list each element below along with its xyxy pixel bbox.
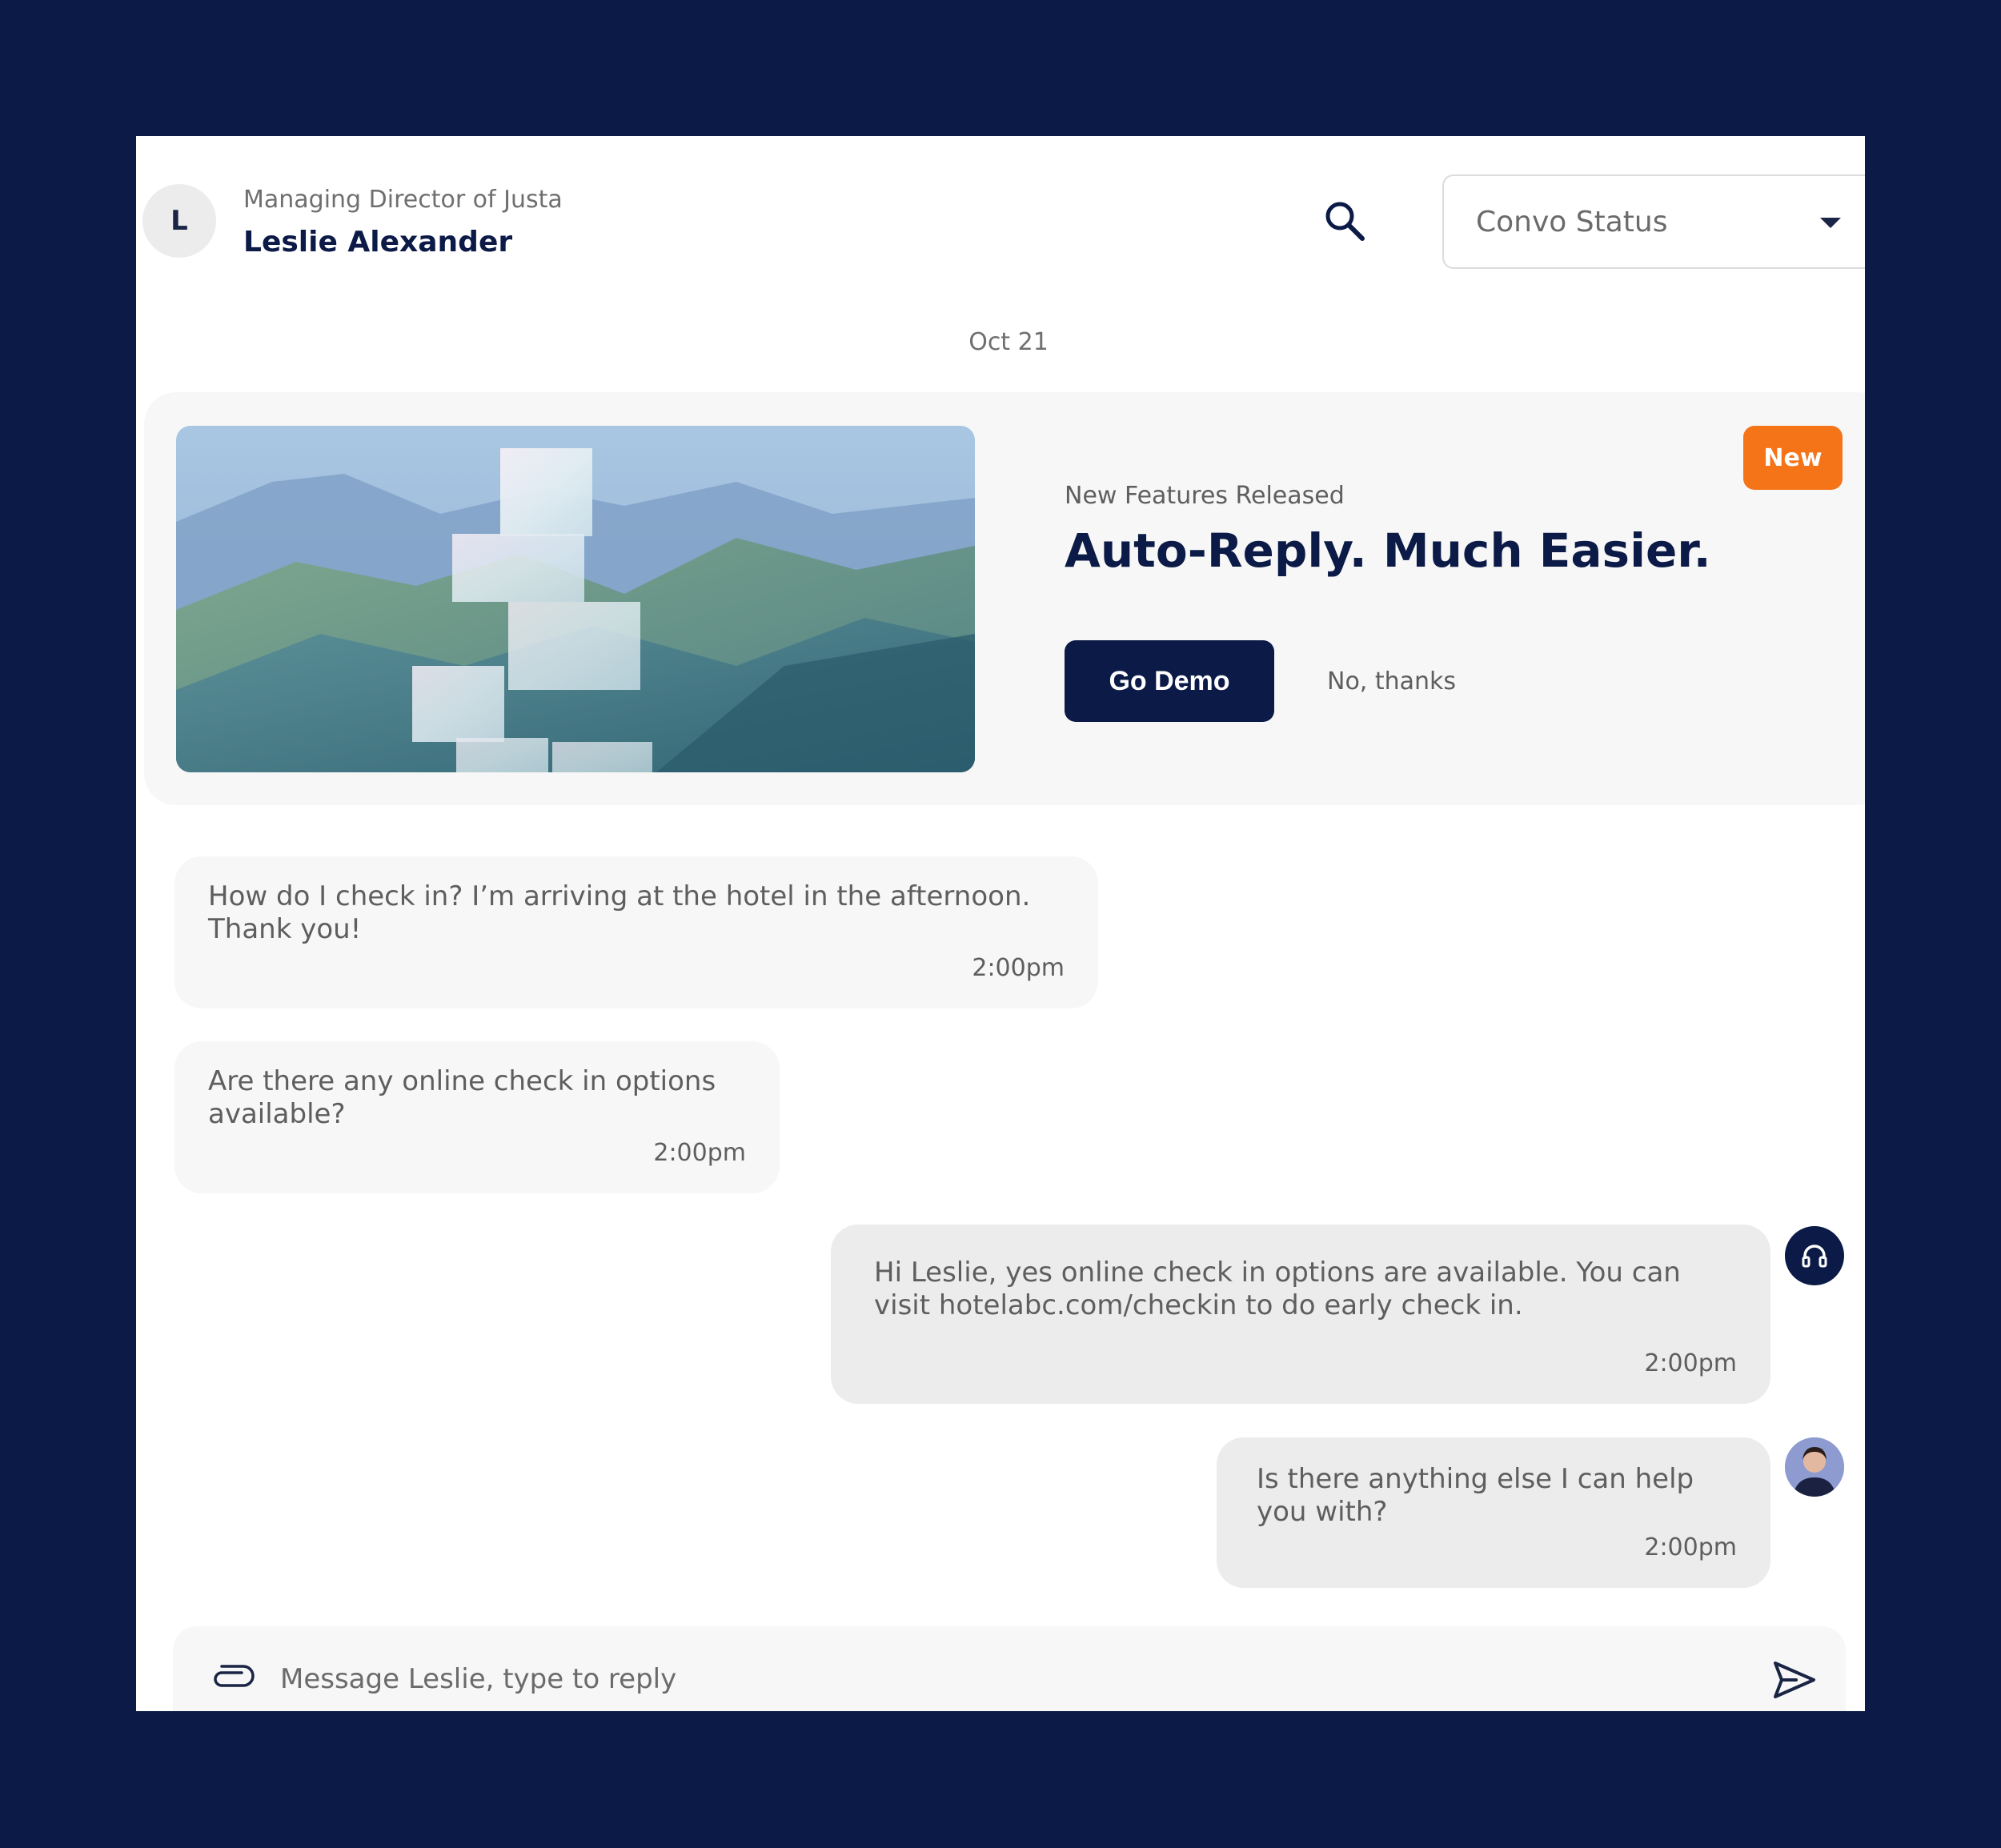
promo-card: New Features Released Auto-Reply. Much E…	[144, 392, 1865, 805]
search-button[interactable]	[1319, 195, 1370, 247]
message-time: 2:00pm	[1644, 1349, 1737, 1377]
convo-status-value: Convo Status	[1476, 205, 1668, 239]
device-frame: L Managing Director of Justa Leslie Alex…	[0, 0, 2001, 1848]
chevron-down-icon	[1820, 218, 1841, 228]
message-bubble: Are there any online check in options av…	[174, 1041, 780, 1193]
send-button[interactable]	[1772, 1660, 1817, 1700]
message-input[interactable]	[279, 1650, 1642, 1708]
message-time: 2:00pm	[1644, 1533, 1737, 1561]
agent-avatar	[1785, 1226, 1844, 1285]
avatar-initial: L	[170, 205, 188, 237]
message-time: 2:00pm	[653, 1139, 746, 1167]
message-time: 2:00pm	[972, 954, 1065, 982]
go-demo-button[interactable]: Go Demo	[1065, 640, 1274, 722]
headset-icon	[1802, 1245, 1827, 1268]
attach-button[interactable]	[208, 1662, 256, 1697]
contact-avatar: L	[142, 184, 216, 258]
message-bubble: Is there anything else I can help you wi…	[1217, 1437, 1770, 1588]
message-text: How do I check in? I’m arriving at the h…	[208, 880, 1031, 945]
contact-name: Leslie Alexander	[243, 226, 513, 259]
new-badge: New	[1743, 426, 1843, 490]
paperclip-icon	[214, 1665, 255, 1687]
message-text: Are there any online check in options av…	[208, 1065, 716, 1130]
no-thanks-link[interactable]: No, thanks	[1327, 667, 1456, 696]
promo-image	[176, 426, 975, 772]
message-bubble: How do I check in? I’m arriving at the h…	[174, 856, 1098, 1008]
message-composer	[173, 1626, 1846, 1711]
user-avatar	[1785, 1437, 1844, 1497]
promo-subtitle: New Features Released	[1065, 482, 1345, 510]
contact-role: Managing Director of Justa	[243, 186, 563, 214]
send-icon	[1774, 1662, 1815, 1698]
convo-status-select[interactable]: Convo Status	[1442, 174, 1865, 269]
message-bubble: Hi Leslie, yes online check in options a…	[831, 1225, 1770, 1404]
message-text: Is there anything else I can help you wi…	[1257, 1463, 1694, 1528]
search-icon	[1325, 202, 1365, 241]
chat-screen: L Managing Director of Justa Leslie Alex…	[136, 136, 1865, 1711]
date-separator: Oct 21	[968, 328, 1049, 356]
message-text: Hi Leslie, yes online check in options a…	[874, 1257, 1681, 1321]
promo-title: Auto-Reply. Much Easier.	[1065, 523, 1711, 578]
